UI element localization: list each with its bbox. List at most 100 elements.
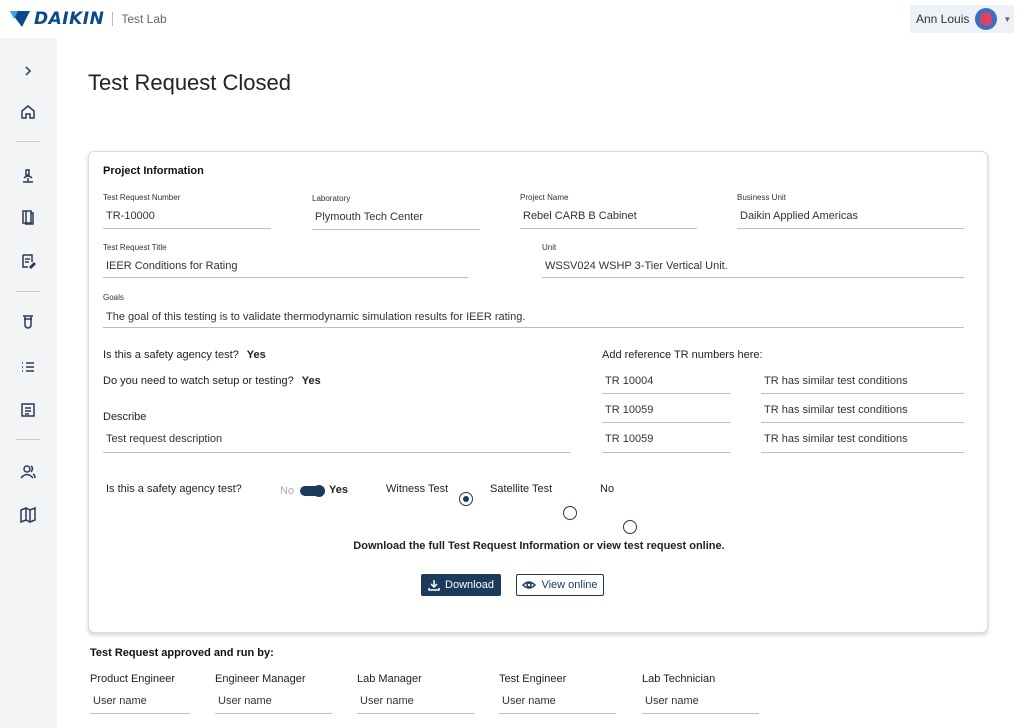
safety-toggle[interactable] — [300, 485, 325, 497]
field-underline — [103, 327, 964, 328]
eye-icon — [522, 581, 537, 589]
safety-toggle-label: Is this a safety agency test? — [106, 483, 242, 495]
test-request-title-field[interactable]: IEER Conditions for Rating — [103, 260, 237, 272]
field-underline — [737, 228, 964, 229]
business-unit-field[interactable]: Daikin Applied Americas — [737, 210, 858, 222]
field-underline — [761, 393, 964, 394]
reference-tr-number[interactable]: TR 10059 — [602, 404, 653, 416]
safety-agency-question: Is this a safety agency test? Yes — [103, 349, 266, 361]
view-online-button[interactable]: View online — [516, 574, 604, 596]
field-underline — [602, 452, 730, 453]
field-underline — [103, 277, 468, 278]
edit-document-icon[interactable] — [17, 250, 39, 272]
field-underline — [542, 277, 964, 278]
field-underline — [520, 228, 697, 229]
field-underline — [642, 713, 759, 714]
approver-field[interactable]: User name — [90, 695, 147, 707]
daikin-logo[interactable]: DAIKIN Test Lab — [10, 9, 167, 29]
app-name: Test Lab — [121, 12, 167, 26]
role-label: Test Engineer — [499, 673, 567, 685]
sidebar-divider — [16, 439, 40, 440]
witness-test-label: Witness Test — [386, 483, 449, 495]
goals-label: Goals — [103, 293, 124, 302]
laboratory-field[interactable]: Plymouth Tech Center — [312, 211, 423, 223]
role-label: Product Engineer — [90, 673, 175, 685]
field-underline — [761, 422, 964, 423]
project-name-label: Project Name — [520, 193, 569, 202]
no-option-radio[interactable] — [623, 520, 637, 534]
describe-field[interactable]: Test request description — [103, 433, 222, 445]
test-request-number-label: Test Request Number — [103, 193, 181, 202]
top-bar: DAIKIN Test Lab Ann Louis ▼ — [0, 0, 1024, 38]
approver-field[interactable]: User name — [215, 695, 272, 707]
test-tube-icon[interactable] — [17, 311, 39, 333]
describe-label: Describe — [103, 411, 147, 423]
chevron-down-icon: ▼ — [1003, 14, 1012, 24]
view-online-button-label: View online — [541, 579, 598, 591]
page-title: Test Request Closed — [88, 70, 291, 95]
goals-field[interactable]: The goal of this testing is to validate … — [103, 311, 525, 323]
test-request-number-field[interactable]: TR-10000 — [103, 210, 155, 222]
satellite-test-label: Satellite Test — [490, 483, 553, 495]
download-button[interactable]: Download — [421, 574, 501, 596]
watch-setup-answer: Yes — [301, 375, 321, 387]
sidebar-divider — [16, 141, 40, 142]
watch-setup-question-label: Do you need to watch setup or testing? — [103, 375, 294, 387]
sidebar — [0, 38, 57, 728]
field-underline — [602, 422, 730, 423]
field-underline — [761, 452, 964, 453]
field-underline — [602, 393, 730, 394]
daikin-logo-mark — [10, 11, 30, 27]
role-label: Engineer Manager — [215, 673, 306, 685]
laboratory-label: Laboratory — [312, 194, 351, 203]
reference-tr-note[interactable]: TR has similar test conditions — [761, 404, 908, 416]
field-underline — [103, 228, 271, 229]
unit-label: Unit — [542, 243, 557, 252]
download-icon — [428, 580, 440, 591]
no-option-label: No — [600, 483, 615, 495]
witness-test-radio[interactable] — [459, 492, 473, 506]
user-menu[interactable]: Ann Louis ▼ — [910, 5, 1014, 33]
reference-tr-label: Add reference TR numbers here: — [602, 349, 763, 361]
reference-tr-number[interactable]: TR 10059 — [602, 433, 653, 445]
download-prompt: Download the full Test Request Informati… — [353, 540, 725, 552]
microscope-icon[interactable] — [17, 165, 39, 187]
unit-field[interactable]: WSSV024 WSHP 3-Tier Vertical Unit. — [542, 260, 728, 272]
test-request-title-label: Test Request Title — [103, 243, 167, 252]
field-underline — [499, 713, 616, 714]
approver-field[interactable]: User name — [357, 695, 414, 707]
safety-agency-answer: Yes — [246, 349, 266, 361]
map-icon[interactable] — [17, 504, 39, 526]
field-underline — [312, 229, 480, 230]
approver-field[interactable]: User name — [642, 695, 699, 707]
home-icon[interactable] — [17, 101, 39, 123]
reference-tr-note[interactable]: TR has similar test conditions — [761, 375, 908, 387]
reference-tr-number[interactable]: TR 10004 — [602, 375, 653, 387]
document-icon[interactable] — [17, 399, 39, 421]
field-underline — [357, 713, 474, 714]
watch-setup-question: Do you need to watch setup or testing? Ye… — [103, 375, 321, 387]
chevron-right-icon[interactable] — [17, 60, 39, 82]
toggle-off-label: No — [280, 485, 295, 497]
satellite-test-radio[interactable] — [563, 506, 577, 520]
toggle-on-label: Yes — [329, 484, 348, 496]
approver-field[interactable]: User name — [499, 695, 556, 707]
business-unit-label: Business Unit — [737, 193, 786, 202]
project-information-card: Project Information Test Request Number … — [88, 151, 988, 633]
project-name-field[interactable]: Rebel CARB B Cabinet — [520, 210, 637, 222]
avatar — [975, 8, 998, 30]
user-name: Ann Louis — [916, 12, 970, 26]
field-underline — [215, 713, 332, 714]
field-underline — [103, 452, 570, 453]
reference-tr-note[interactable]: TR has similar test conditions — [761, 433, 908, 445]
logo-divider — [112, 12, 114, 26]
sidebar-divider — [16, 291, 40, 292]
section-title: Project Information — [103, 165, 204, 177]
approvals-title: Test Request approved and run by: — [90, 647, 274, 659]
book-icon[interactable] — [17, 206, 39, 228]
brand-name: DAIKIN — [34, 9, 105, 29]
role-label: Lab Technician — [642, 673, 716, 685]
safety-agency-question-label: Is this a safety agency test? — [103, 349, 239, 361]
list-icon[interactable] — [17, 356, 39, 378]
users-icon[interactable] — [17, 461, 39, 483]
